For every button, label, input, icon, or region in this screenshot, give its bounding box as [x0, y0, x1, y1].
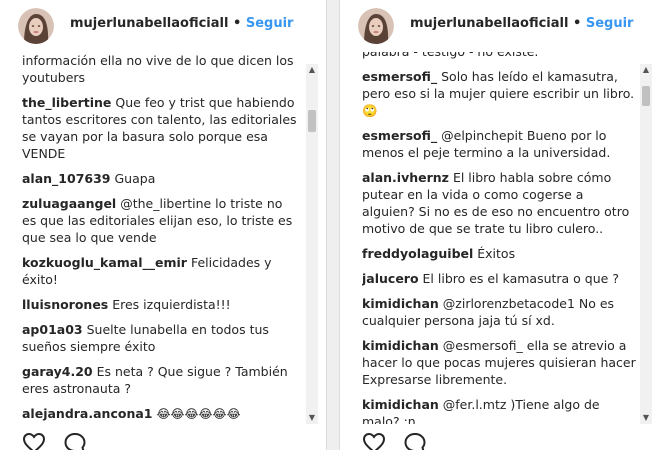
avatar[interactable] [18, 8, 54, 44]
post-actions [22, 432, 99, 450]
comment-text: El libro es el kamasutra o que ? [422, 271, 619, 286]
comment: esmersofi_ Solo has leído el kamasutra, … [362, 68, 638, 119]
comment: zuluagaangel @the_libertine lo triste no… [22, 195, 300, 246]
comment-text: Guapa [114, 171, 156, 186]
comment-username[interactable]: alejandra.ancona1 [22, 406, 152, 421]
comment: kimidichan @zirlorenzbetacode1 No es cua… [362, 295, 638, 329]
scroll-up-arrow[interactable]: ▲ [640, 64, 652, 76]
post-header: mujerlunabellaoficiall • Seguir [340, 0, 660, 52]
post-header: mujerlunabellaoficiall • Seguir [0, 0, 326, 52]
separator-dot: • [232, 16, 242, 31]
comment-text: 😂😂😂😂😂😂 [156, 407, 241, 421]
comment-username[interactable]: kozkuoglu_kamal__emir [22, 255, 187, 270]
username[interactable]: mujerlunabellaoficiall [70, 16, 228, 31]
avatar[interactable] [358, 8, 394, 44]
comment-username[interactable]: ap01a03 [22, 322, 83, 337]
comment-username[interactable]: zuluagaangel [22, 196, 116, 211]
scroll-up-arrow[interactable]: ▲ [306, 64, 318, 76]
partial-comment: información ella no vive de lo que dicen… [22, 53, 294, 85]
comment: the_libertine Que feo y trist que habien… [22, 94, 300, 162]
header-username-line: mujerlunabellaoficiall • Seguir [410, 16, 633, 31]
comment: freddyolaguibel Éxitos [362, 245, 638, 262]
comment: kimidichan @esmersofi_ ella se atrevio a… [362, 337, 638, 388]
comment: garay4.20 Es neta ? Que sigue ? También … [22, 363, 300, 397]
comments-scrollbar[interactable]: ▲ ▼ [306, 64, 318, 424]
comment-username[interactable]: esmersofi_ [362, 69, 437, 84]
comment-username[interactable]: kimidichan [362, 338, 439, 353]
separator-dot: • [572, 16, 582, 31]
comment-username[interactable]: esmersofi_ [362, 128, 437, 143]
comment-username[interactable]: freddyolaguibel [362, 246, 473, 261]
comment-username[interactable]: garay4.20 [22, 364, 93, 379]
scrollbar-thumb[interactable] [642, 86, 650, 106]
comment-username[interactable]: jalucero [362, 271, 419, 286]
partial-comment: palabra - testigo - no existe. [362, 52, 638, 60]
follow-button[interactable]: Seguir [586, 16, 634, 31]
username[interactable]: mujerlunabellaoficiall [410, 16, 568, 31]
comment-username[interactable]: alan.ivhernz [362, 170, 449, 185]
comment: lluisnorones Eres izquierdista!!! [22, 296, 300, 313]
comment: alan.ivhernz El libro habla sobre cómo p… [362, 169, 638, 237]
header-username-line: mujerlunabellaoficiall • Seguir [70, 16, 293, 31]
comment: jalucero El libro es el kamasutra o que … [362, 270, 638, 287]
post-panel-left: mujerlunabellaoficiall • Seguir informac… [0, 0, 326, 450]
scrollbar-thumb[interactable] [308, 110, 316, 132]
comment: alejandra.ancona1 😂😂😂😂😂😂 [22, 405, 300, 423]
comment-username[interactable]: the_libertine [22, 95, 111, 110]
scroll-down-arrow[interactable]: ▼ [306, 412, 318, 424]
comment-list[interactable]: palabra - testigo - no existe. esmersofi… [362, 52, 638, 424]
comment-text: Eres izquierdista!!! [112, 297, 231, 312]
comment: esmersofi_ @elpinchepit Bueno por lo men… [362, 127, 638, 161]
comment-username[interactable]: alan_107639 [22, 171, 111, 186]
comments-scrollbar[interactable]: ▲ ▼ [640, 64, 652, 424]
comment: alan_107639 Guapa [22, 170, 300, 187]
comment-list[interactable]: información ella no vive de lo que dicen… [22, 52, 300, 424]
comment-username[interactable]: lluisnorones [22, 297, 108, 312]
comment-username[interactable]: kimidichan [362, 296, 439, 311]
post-panel-right: mujerlunabellaoficiall • Seguir palabra … [340, 0, 660, 450]
comment-text: Éxitos [477, 246, 516, 261]
comment-username[interactable]: kimidichan [362, 397, 439, 412]
comment-icon[interactable] [403, 432, 427, 450]
follow-button[interactable]: Seguir [246, 16, 294, 31]
scroll-down-arrow[interactable]: ▼ [640, 412, 652, 424]
comment: kozkuoglu_kamal__emir Felicidades y éxit… [22, 254, 300, 288]
comment: ap01a03 Suelte lunabella en todos tus su… [22, 321, 300, 355]
comment-icon[interactable] [63, 432, 87, 450]
post-actions [362, 432, 439, 450]
comment: kimidichan @fer.l.mtz )Tiene algo de mal… [362, 396, 638, 424]
panel-divider [326, 0, 340, 450]
heart-icon[interactable] [22, 432, 46, 450]
heart-icon[interactable] [362, 432, 386, 450]
